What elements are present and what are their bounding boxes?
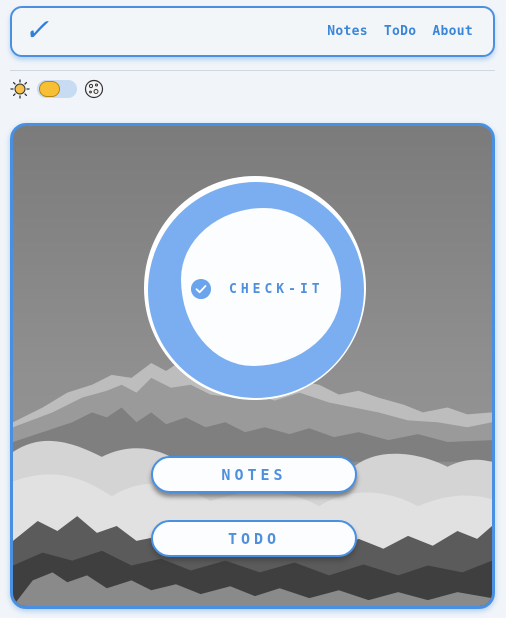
badge-title: CHECK-IT (229, 282, 324, 297)
moon-icon (84, 79, 104, 99)
theme-toggle-knob (39, 81, 60, 97)
theme-toggle[interactable] (37, 80, 77, 98)
check-circle-icon (191, 279, 211, 299)
todo-button[interactable]: TODO (151, 520, 357, 557)
logo-check-icon[interactable]: ✓ (24, 14, 50, 48)
nav-links: Notes ToDo About (327, 24, 473, 39)
notes-button[interactable]: NOTES (151, 456, 357, 493)
sun-icon (10, 79, 30, 99)
hero-section: CHECK-IT NOTES TODO (10, 123, 495, 609)
nav-link-about[interactable]: About (432, 24, 473, 39)
nav-link-todo[interactable]: ToDo (384, 24, 417, 39)
nav-link-notes[interactable]: Notes (327, 24, 368, 39)
header-divider (10, 70, 495, 71)
navbar: ✓ Notes ToDo About (10, 6, 495, 57)
theme-switcher (10, 78, 110, 100)
